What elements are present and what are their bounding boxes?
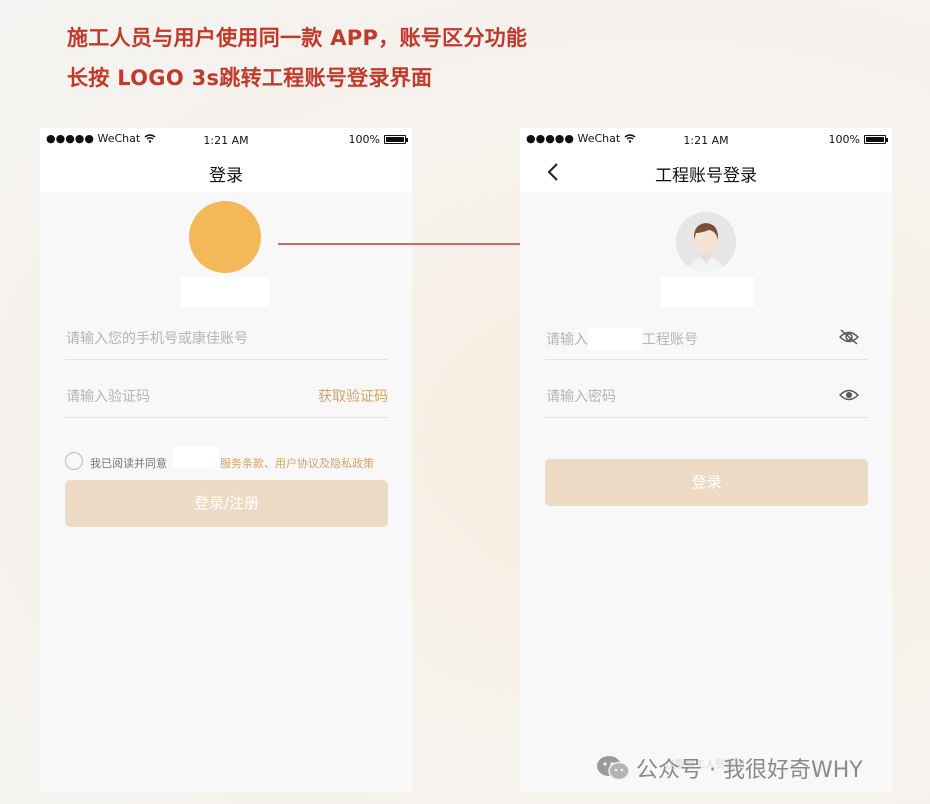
account-placeholder: 请输入 工程账号 <box>546 328 698 350</box>
caption-line1: 施工人员与用户使用同一款 APP，账号区分功能 <box>67 26 528 50</box>
caption-line2: 长按 LOGO 3s跳转工程账号登录界面 <box>67 66 433 90</box>
phone-engineer-login-screen: ●●●●● WeChat 1:21 AM 100% 工程账号登录 请输入 工程账号 <box>520 128 892 792</box>
eye-icon[interactable] <box>838 386 860 404</box>
redacted-brand <box>173 447 219 469</box>
get-code-button[interactable]: 获取验证码 <box>318 386 388 406</box>
code-placeholder: 请输入验证码 <box>66 389 150 405</box>
agree-prefix: 我已阅读并同意 <box>90 457 167 470</box>
nav-bar: 工程账号登录 <box>520 152 892 192</box>
battery-percent: 100% <box>348 133 380 146</box>
agreement-links[interactable]: 服务条款、用户协议及隐私政策 <box>220 455 374 471</box>
nav-bar: 登录 <box>40 152 412 192</box>
phone-field[interactable]: 请输入您的手机号或康佳账号 <box>65 320 388 360</box>
watermark-text: 公众号 · 我很好奇WHY <box>636 758 863 783</box>
redacted-app-name <box>661 277 754 307</box>
agree-checkbox[interactable] <box>65 452 83 470</box>
page-title: 登录 <box>209 166 243 186</box>
agreement-row: 我已阅读并同意 服务条款、用户协议及隐私政策 <box>65 447 395 472</box>
battery-percent: 100% <box>828 133 860 146</box>
status-bar: ●●●●● WeChat 1:21 AM 100% <box>520 128 892 152</box>
eye-slash-icon[interactable] <box>838 328 860 346</box>
app-logo[interactable] <box>189 201 261 273</box>
phone-login-screen: ●●●●● WeChat 1:21 AM 100% 登录 请输入您的手机号或康佳… <box>40 128 412 792</box>
account-field[interactable]: 请输入 工程账号 <box>545 320 868 360</box>
battery-icon <box>384 135 408 144</box>
redacted-app-name <box>181 277 270 307</box>
login-button[interactable]: 登录 <box>545 459 868 506</box>
page-title: 工程账号登录 <box>655 166 757 186</box>
wechat-icon <box>597 756 630 781</box>
status-bar: ●●●●● WeChat 1:21 AM 100% <box>40 128 412 152</box>
phone-placeholder: 请输入您的手机号或康佳账号 <box>66 331 248 347</box>
password-field[interactable]: 请输入密码 <box>545 378 868 418</box>
login-register-button[interactable]: 登录/注册 <box>65 480 388 527</box>
code-field[interactable]: 请输入验证码 获取验证码 <box>65 378 388 418</box>
redacted-brand <box>588 328 642 350</box>
battery-icon <box>864 135 888 144</box>
watermark: 公众号 · 我很好奇WHY <box>596 752 863 784</box>
password-placeholder: 请输入密码 <box>546 389 616 405</box>
avatar-icon <box>676 212 736 272</box>
